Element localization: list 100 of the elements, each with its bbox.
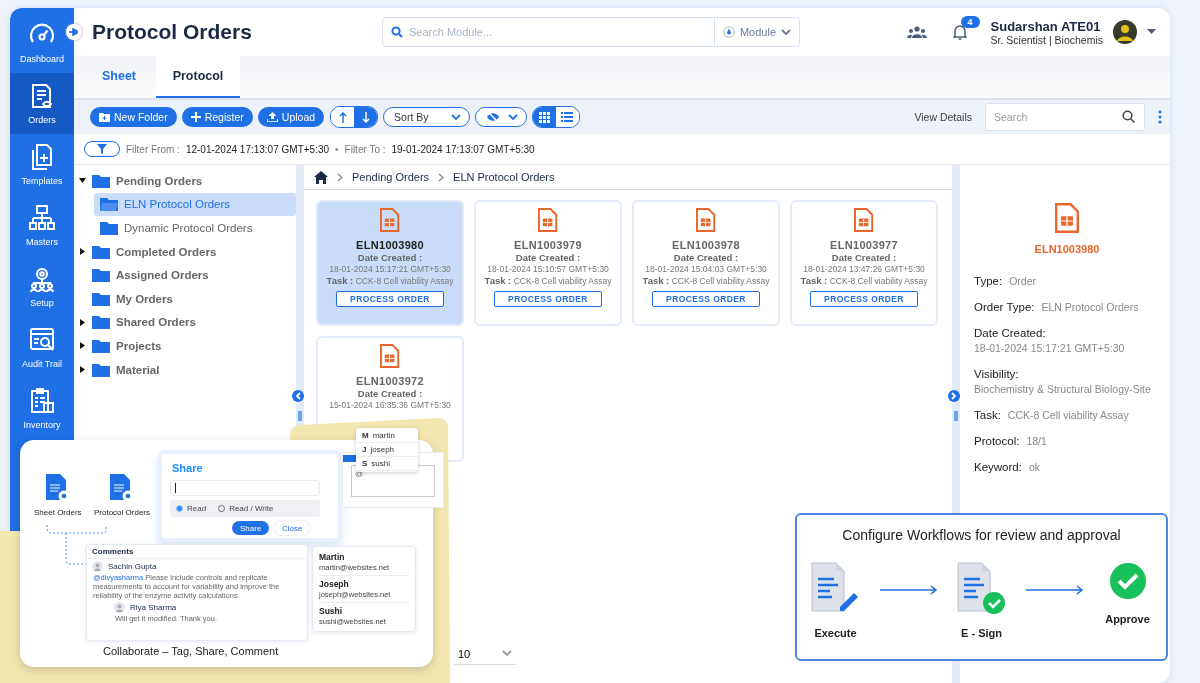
date-label: Date Created : [357, 388, 423, 399]
radio-option[interactable]: Read [176, 504, 207, 513]
step-label: Execute [814, 627, 857, 639]
search-field[interactable]: Search [985, 103, 1145, 131]
expand-handle[interactable] [948, 390, 960, 402]
date-label: Date Created : [673, 252, 739, 263]
field-label: Protocol: [974, 435, 1020, 447]
view-details-link[interactable]: View Details [914, 111, 972, 123]
comment-author: Sachin Gupta [108, 562, 157, 571]
breadcrumb-item[interactable]: Pending Orders [352, 171, 430, 183]
tree-item[interactable]: ELN Protocol Orders [94, 192, 296, 217]
chevron-down-icon [781, 28, 791, 36]
order-card[interactable]: ELN1003977 Date Created : 18-01-2024 13:47:26 GMT+5:30 Task : CCK-8 Cell viability Assay PROCESS ORDER [790, 200, 938, 326]
filter-button[interactable] [84, 141, 120, 157]
date-value: 18-01-2024 15:04:03 GMT+5:30 [645, 264, 767, 274]
mention-option[interactable]: J joseph [356, 443, 418, 457]
sort-descending-button[interactable] [354, 107, 378, 127]
tree-item[interactable]: Completed Orders [74, 239, 296, 264]
field-value: Biochemistry & Structural Biology-Site [974, 383, 1151, 395]
mention-option[interactable]: S sushi [356, 457, 418, 471]
folder-icon [92, 291, 110, 306]
task-text: Task : CCK-8 Cell viability Assay [326, 275, 454, 287]
nav-item[interactable]: Templates [10, 134, 74, 195]
process-order-button[interactable]: PROCESS ORDER [810, 291, 918, 307]
nav-item[interactable]: Setup [10, 256, 74, 317]
panel-title: Comments [87, 545, 307, 559]
tree-item[interactable]: Dynamic Protocol Orders [94, 216, 296, 240]
field-label: Date Created: [974, 327, 1046, 339]
collapse-handle[interactable] [292, 390, 304, 402]
date-label: Date Created : [831, 252, 897, 263]
triangle-down-icon[interactable] [78, 177, 86, 185]
avatar[interactable] [1113, 20, 1137, 44]
task-text: Task : CCK-8 Cell viability Assay [800, 275, 928, 287]
triangle-right-icon[interactable] [78, 248, 86, 256]
caret-icon[interactable] [1147, 29, 1156, 35]
folder-icon [100, 221, 118, 235]
order-id: ELN1003977 [830, 239, 898, 251]
contact-name: Sushi [319, 606, 344, 616]
order-id: ELN1003979 [514, 239, 582, 251]
nav-item[interactable]: Orders [10, 73, 74, 134]
tab[interactable]: Protocol [156, 56, 240, 98]
module-dropdown[interactable]: Module [713, 18, 799, 46]
folder-plus-icon [99, 112, 110, 122]
chevron-down-icon [502, 650, 512, 657]
hierarchy-icon [28, 204, 56, 232]
sort-dropdown[interactable]: Sort By [383, 107, 470, 127]
bell-icon[interactable] [952, 24, 967, 40]
tree-item[interactable]: Projects [74, 334, 296, 358]
order-card[interactable]: ELN1003980 Date Created : 18-01-2024 15:17:21 GMT+5:30 Task : CCK-8 Cell viability Assay PROCESS ORDER [316, 200, 464, 326]
filter-value: 12-01-2024 17:13:07 GMT+5:30 [185, 143, 330, 155]
chevron-right-icon [438, 172, 445, 182]
nav-item[interactable]: Audit Trail [10, 317, 74, 378]
share-input[interactable] [170, 480, 320, 496]
triangle-right-icon[interactable] [78, 366, 86, 374]
date-value: 15-01-2024 16:35:36 GMT+5:30 [329, 400, 451, 410]
plus-icon [190, 112, 201, 122]
triangle-right-icon[interactable] [78, 318, 86, 326]
grip-icon[interactable] [953, 411, 959, 421]
tree-item[interactable]: Assigned Orders [74, 263, 296, 287]
order-card[interactable]: ELN1003978 Date Created : 18-01-2024 15:04:03 GMT+5:30 Task : CCK-8 Cell viability Assay PROCESS ORDER [632, 200, 780, 326]
mention-option[interactable]: M martin [356, 429, 418, 443]
new-folder-button[interactable]: New Folder [90, 107, 177, 127]
module-search-field[interactable]: Search Module... Module [382, 17, 800, 47]
team-icon[interactable] [906, 25, 927, 39]
folder-icon [92, 268, 110, 283]
tree-item[interactable]: Pending Orders [74, 169, 296, 193]
document-eye-icon [110, 474, 134, 502]
order-id: ELN1003980 [356, 239, 424, 251]
nav-item[interactable]: Masters [10, 195, 74, 256]
share-button[interactable]: Share [232, 521, 270, 535]
triangle-right-icon[interactable] [78, 342, 86, 350]
more-icon[interactable] [1158, 110, 1162, 124]
order-id: ELN1003972 [356, 375, 424, 387]
field-label: Type: [974, 275, 1003, 287]
nav-item[interactable]: Inventory [10, 378, 74, 439]
tab[interactable]: Sheet [82, 56, 156, 98]
breadcrumb-item[interactable]: ELN Protocol Orders [453, 171, 555, 183]
field-value: ELN Protocol Orders [1041, 301, 1139, 313]
order-card[interactable]: ELN1003979 Date Created : 18-01-2024 15:10:57 GMT+5:30 Task : CCK-8 Cell viability Assay PROCESS ORDER [474, 200, 622, 326]
process-order-button[interactable]: PROCESS ORDER [336, 291, 444, 307]
folder-icon [92, 315, 110, 330]
tree-item[interactable]: My Orders [74, 286, 296, 311]
process-order-button[interactable]: PROCESS ORDER [652, 291, 760, 307]
tree-item[interactable]: Material [74, 357, 296, 382]
register-button[interactable]: Register [181, 107, 253, 127]
arrow-icon [1025, 585, 1084, 595]
grid-view-button[interactable] [532, 107, 556, 127]
task-text: Task : CCK-8 Cell viability Assay [484, 275, 612, 287]
upload-button[interactable]: Upload [257, 107, 325, 127]
process-order-button[interactable]: PROCESS ORDER [494, 291, 602, 307]
nav-item[interactable]: Dashboard [10, 12, 74, 73]
radio-option[interactable]: Read / Write [218, 504, 274, 513]
folder-icon [92, 362, 110, 377]
visibility-dropdown[interactable] [474, 107, 527, 127]
spreadsheet-icon [1055, 203, 1079, 233]
field-value: CCK-8 Cell viability Assay [1007, 409, 1129, 421]
home-icon[interactable] [314, 170, 328, 184]
close-button[interactable]: Close [274, 521, 311, 535]
grip-icon[interactable] [297, 411, 303, 421]
tree-item[interactable]: Shared Orders [74, 310, 296, 335]
